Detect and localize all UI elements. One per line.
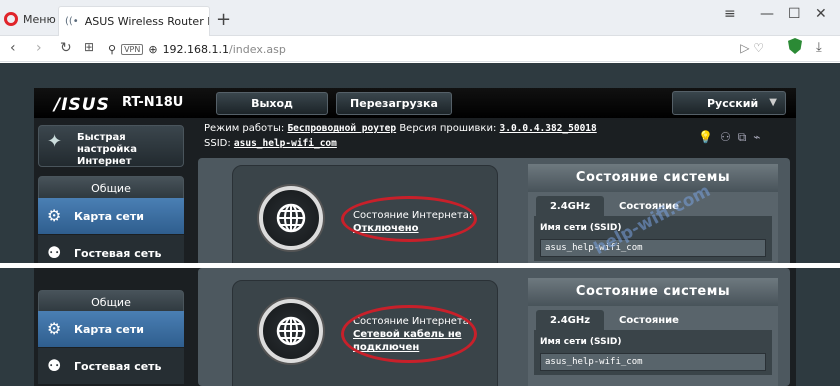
firmware-label: Версия прошивки: [399,123,497,134]
globe-icon [276,203,306,233]
network-map-icon: ⚙ [47,319,62,338]
browser-menu-button[interactable]: Меню [4,7,56,31]
language-label: Русский [707,96,759,110]
network-name-field[interactable]: asus_help-wifi_com [540,353,766,371]
tab-title: ASUS Wireless Router RT-N [84,15,209,28]
internet-globe-button[interactable] [259,186,323,250]
minimize-icon[interactable]: — [760,6,774,22]
system-status-title: Состояние системы [528,164,778,192]
internet-globe-button-2[interactable] [259,299,323,363]
menu-guest-network[interactable]: ⚉ Гостевая сеть [38,235,184,263]
firmware-value-link[interactable]: 3.0.0.4.382_50018 [500,123,597,134]
copy-icon[interactable]: ⧉ [738,130,747,145]
speed-dial-icon[interactable]: ⊞ [84,40,94,54]
menu-guest-network-label: Гостевая сеть [74,359,162,373]
system-status-title: Состояние системы [528,278,778,306]
guest-network-icon: ⚉ [47,356,62,375]
usb-icon[interactable]: ⌁ [753,130,760,145]
bulb-icon[interactable]: 💡 [698,130,713,145]
quick-setup-line2: Интернет [77,156,132,167]
download-icon[interactable]: ⤓ [816,40,822,55]
globe-icon: ⊕ [148,42,158,56]
new-tab-icon[interactable]: + [216,9,231,30]
browser-tab-bar: Меню ((• ASUS Wireless Router RT-N × + ≡… [0,0,840,36]
opera-logo-icon [4,12,18,26]
close-window-icon[interactable]: ✕ [815,6,827,22]
search-icon: ⚲ [108,42,117,56]
url-host: 192.168.1.1 [162,42,230,56]
menu-guest-network-label: Гостевая сеть [74,246,162,260]
internet-status-box: Состояние Интернета: Отключено [232,165,498,263]
address-bar[interactable]: ⚲ VPN ⊕ 192.168.1.1/index.asp [108,39,778,59]
system-status-body: Имя сети (SSID) asus_help-wifi_com [534,330,772,375]
menu-guest-network-2[interactable]: ⚉ Гостевая сеть [38,348,184,384]
menu-network-map[interactable]: ⚙ Карта сети [38,198,184,234]
chevron-down-icon: ▼ [769,97,777,108]
quick-setup-line1: Быстрая настройка [77,132,137,155]
highlight-ellipse [341,196,477,242]
menu-network-map-2[interactable]: ⚙ Карта сети [38,311,184,347]
router-panel-bottom: Общие ⚙ Карта сети ⚉ Гостевая сеть Состо… [34,268,796,386]
quick-internet-setup-button[interactable]: ✦ Быстрая настройка Интернет [38,125,184,167]
mode-value-link[interactable]: Беспроводной роутер [287,123,396,134]
network-name-label: Имя сети (SSID) [540,337,622,347]
reload-icon[interactable]: ↻ [60,40,72,56]
browser-nav-bar: ‹ › ↻ ⊞ ⚲ VPN ⊕ 192.168.1.1/index.asp ▷ … [0,36,840,62]
maximize-icon[interactable]: ☐ [788,6,801,22]
back-icon[interactable]: ‹ [10,40,16,56]
system-status-panel-2: Состояние системы 2.4GHz Состояние Имя с… [528,278,778,386]
url-path: /index.asp [229,42,286,56]
system-status-tabs: 2.4GHz Состояние [528,306,778,330]
menu-network-map-label: Карта сети [74,322,144,336]
router-header: /ISUS RT-N18U Выход Перезагрузка Русский… [34,88,796,118]
tab-status[interactable]: Состояние [614,310,684,330]
router-panel-top: /ISUS RT-N18U Выход Перезагрузка Русский… [34,88,796,263]
general-section-header: Общие [38,176,184,200]
users-icon[interactable]: ⚇ [720,130,731,145]
network-name-field[interactable]: asus_help-wifi_com [540,239,766,257]
language-select[interactable]: Русский ▼ [672,91,786,115]
asus-logo: /ISUS [54,95,110,115]
browser-tab[interactable]: ((• ASUS Wireless Router RT-N × [58,6,210,36]
status-icons: 💡 ⚇ ⧉ ⌁ [698,130,761,145]
tab-2ghz[interactable]: 2.4GHz [536,310,604,330]
network-map-icon: ⚙ [47,206,62,225]
ssid-label: SSID: [204,138,231,149]
reboot-button[interactable]: Перезагрузка [336,92,452,115]
ssid-line: SSID: asus_help-wifi_com [204,138,337,149]
vpn-badge[interactable]: VPN [121,43,144,55]
globe-icon [276,316,306,346]
wifi-favicon-icon: ((• [65,16,79,27]
forward-icon[interactable]: › [36,40,42,56]
mode-label: Режим работы: [204,123,285,134]
tab-menu-icon[interactable]: ≡ [724,6,736,22]
guest-network-icon: ⚉ [47,243,62,262]
operation-mode-line: Режим работы: Беспроводной роутер Версия… [204,123,597,134]
ssid-value-link[interactable]: asus_help-wifi_com [234,138,337,149]
internet-status-box-2: Состояние Интернета: Сетевой кабель не п… [232,280,498,386]
menu-network-map-label: Карта сети [74,209,144,223]
tab-2ghz[interactable]: 2.4GHz [536,196,604,216]
highlight-ellipse-2 [341,305,477,363]
send-icon[interactable]: ▷ ♡ [740,41,764,55]
router-model: RT-N18U [122,95,184,110]
wand-icon: ✦ [47,131,63,152]
menu-label: Меню [23,12,56,26]
logout-button[interactable]: Выход [216,92,328,115]
